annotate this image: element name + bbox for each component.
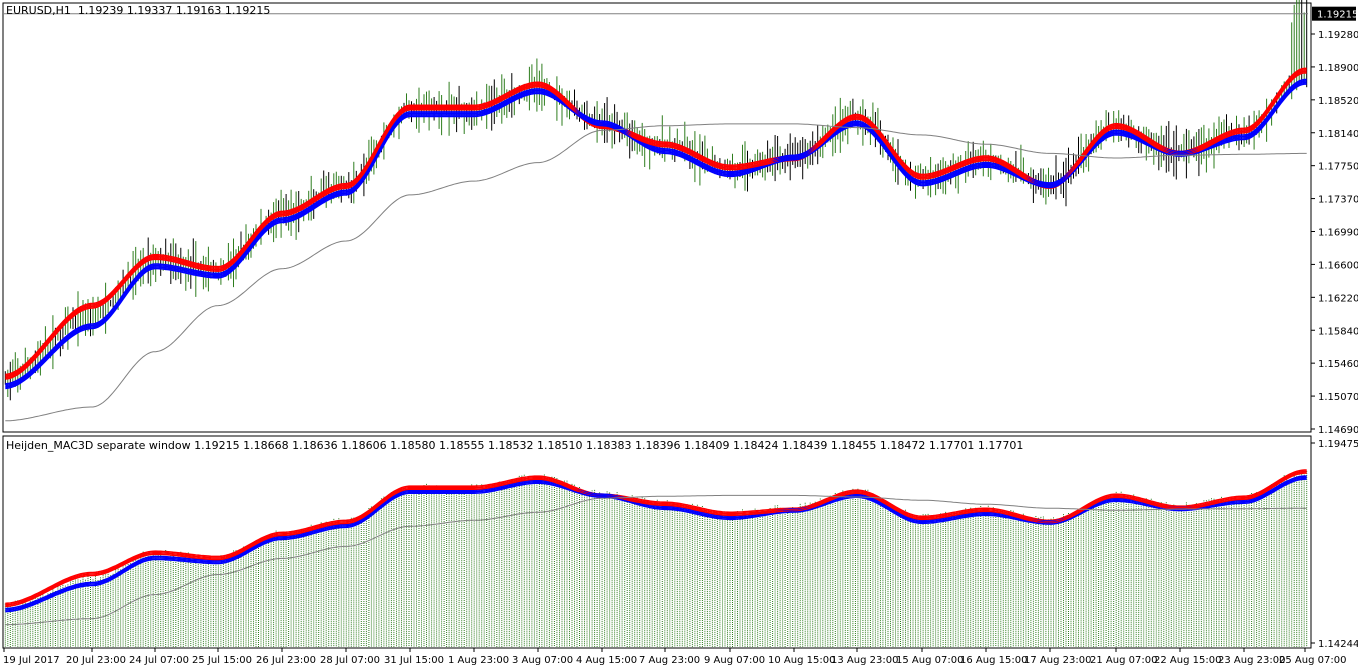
y-tick-label: 1.16990: [1318, 228, 1358, 239]
y-tick-label: 1.18520: [1318, 96, 1358, 107]
y-tick-label: 1.16220: [1318, 293, 1358, 304]
y-tick-label: 1.15840: [1318, 326, 1358, 337]
y-tick-label: 1.16600: [1318, 260, 1358, 271]
x-tick-label: 25 Jul 15:00: [192, 655, 252, 666]
x-tick-label: 23 Aug 23:00: [1218, 655, 1285, 666]
y-tick-label: 1.17370: [1318, 195, 1358, 206]
main-chart-header: EURUSD,H1 1.19239 1.19337 1.19163 1.1921…: [6, 4, 270, 17]
x-tick-label: 21 Aug 07:00: [1090, 655, 1157, 666]
x-tick-label: 3 Aug 07:00: [512, 655, 573, 666]
indicator-header: Heijden_MAC3D separate window 1.19215 1.…: [6, 439, 1024, 452]
chart-canvas: 1.19280 1.18900 1.18520 1.18140 1.17750 1.173…: [2, 0, 1358, 666]
symbol-label: EURUSD,H1: [6, 4, 71, 17]
x-tick-label: 10 Aug 15:00: [768, 655, 835, 666]
y-tick-label: 1.15460: [1318, 359, 1358, 370]
y-tick-label: 1.18900: [1318, 63, 1358, 74]
x-tick-label: 20 Jul 23:00: [66, 655, 126, 666]
x-tick-label: 9 Aug 07:00: [704, 655, 765, 666]
x-tick-label: 28 Jul 07:00: [320, 655, 380, 666]
x-tick-label: 1 Aug 23:00: [448, 655, 509, 666]
x-tick-label: 7 Aug 23:00: [639, 655, 700, 666]
main-panel-frame: [2, 2, 1312, 433]
x-tick-label: 19 Jul 2017: [3, 655, 60, 666]
x-tick-label: 4 Aug 15:00: [576, 655, 637, 666]
y-tick-label: 1.19280: [1318, 30, 1358, 41]
x-tick-label: 15 Aug 07:00: [896, 655, 963, 666]
y-tick-label: 1.14690: [1318, 425, 1358, 436]
x-tick-label: 31 Jul 15:00: [384, 655, 444, 666]
x-tick-label: 13 Aug 23:00: [831, 655, 898, 666]
sub-y-tick-label: 1.14244: [1318, 639, 1358, 650]
y-tick-label: 1.17750: [1318, 162, 1358, 173]
ohlc-values: 1.19239 1.19337 1.19163 1.19215: [77, 4, 271, 17]
x-tick-label: 17 Aug 23:00: [1024, 655, 1091, 666]
x-tick-label: 22 Aug 15:00: [1154, 655, 1221, 666]
current-price-label: 1.19215: [1317, 10, 1358, 21]
x-tick-label: 26 Jul 23:00: [256, 655, 316, 666]
y-tick-label: 1.18140: [1318, 129, 1358, 140]
x-tick-label: 24 Jul 07:00: [129, 655, 189, 666]
x-tick-label: 25 Aug 07:00: [1279, 655, 1346, 666]
y-tick-label: 1.15070: [1318, 392, 1358, 403]
x-tick-label: 16 Aug 15:00: [960, 655, 1027, 666]
sub-y-tick-label: 1.19475: [1318, 439, 1358, 450]
